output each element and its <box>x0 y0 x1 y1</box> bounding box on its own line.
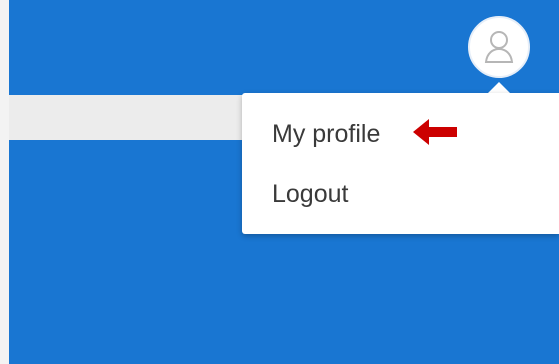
menu-item-my-profile[interactable]: My profile <box>242 105 559 163</box>
menu-item-label: My profile <box>272 119 381 148</box>
search-strip <box>9 95 271 140</box>
menu-item-label: Logout <box>272 179 349 208</box>
left-edge <box>0 0 9 364</box>
user-avatar-button[interactable] <box>468 16 530 78</box>
menu-item-logout[interactable]: Logout <box>242 165 559 223</box>
app-window: My profile Logout <box>0 0 559 364</box>
user-avatar-icon <box>484 31 514 63</box>
left-arrow-icon <box>413 119 457 145</box>
user-dropdown-menu: My profile Logout <box>242 93 559 234</box>
